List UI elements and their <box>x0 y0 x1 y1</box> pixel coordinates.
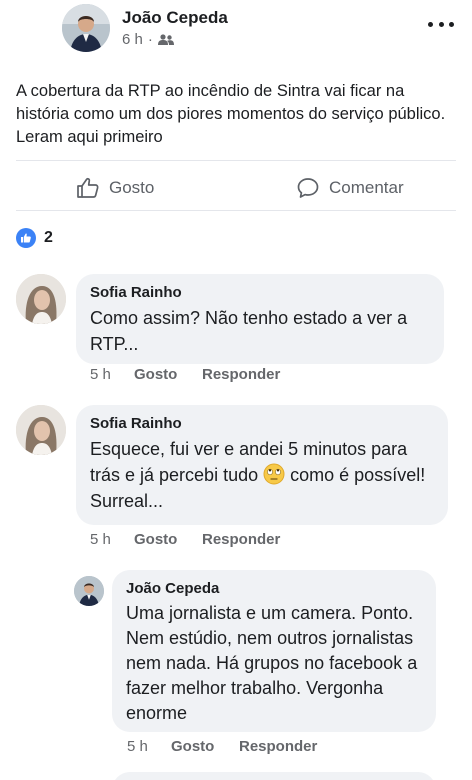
comment-time[interactable]: 5 h <box>90 531 134 548</box>
commenter-avatar[interactable] <box>16 274 66 324</box>
reply-time[interactable]: 5 h <box>127 738 171 755</box>
reaction-count: 2 <box>44 229 53 246</box>
post-meta: 6 h · <box>122 31 174 48</box>
comment-meta: 5 h Gosto Responder <box>90 531 280 548</box>
post-actions-bar: Gosto Comentar <box>0 166 472 210</box>
author-avatar[interactable] <box>62 4 110 52</box>
comment-bubble: Sofia Rainho Esquece, fui ver e andei 5 … <box>76 405 448 525</box>
commenter-photo <box>16 405 66 455</box>
reply-like-link[interactable]: Gosto <box>171 738 239 755</box>
post-header: João Cepeda 6 h · <box>0 0 472 62</box>
like-reaction-icon <box>16 228 36 248</box>
comment-bubble: Sofia Rainho Como assim? Não tenho estad… <box>76 274 444 364</box>
comment-reply-link[interactable]: Responder <box>202 366 280 383</box>
more-dot-icon <box>449 21 454 27</box>
commenter-avatar[interactable] <box>16 405 66 455</box>
divider <box>16 210 456 211</box>
more-dot-icon <box>438 21 444 27</box>
comment-author[interactable]: Sofia Rainho <box>90 414 434 434</box>
reply-meta: 5 h Gosto Responder <box>127 738 317 755</box>
avatar-photo <box>62 4 110 52</box>
comment-reply-link[interactable]: Responder <box>202 531 280 548</box>
like-button[interactable]: Gosto <box>76 166 154 210</box>
reply-text: Uma jornalista e um camera. Ponto. Nem e… <box>126 603 418 723</box>
comment-button-label: Comentar <box>329 178 404 197</box>
divider <box>16 160 456 161</box>
comment-text: Como assim? Não tenho estado a ver a RTP… <box>90 308 408 354</box>
comment-meta: 5 h Gosto Responder <box>90 366 280 383</box>
comment-time[interactable]: 5 h <box>90 366 134 383</box>
comment-author[interactable]: Sofia Rainho <box>90 283 430 303</box>
like-icon <box>21 233 31 243</box>
reply-reply-link[interactable]: Responder <box>239 738 317 755</box>
reply-author-avatar[interactable] <box>74 576 104 606</box>
meta-separator: · <box>147 31 153 48</box>
reply-author[interactable]: João Cepeda <box>126 579 422 599</box>
avatar-photo <box>74 576 104 606</box>
comment-like-link[interactable]: Gosto <box>134 531 202 548</box>
comment-text: Esquece, fui ver e andei 5 minutos para … <box>90 436 434 514</box>
post-text: A cobertura da RTP ao incêndio de Sintra… <box>16 82 446 146</box>
post-author-name[interactable]: João Cepeda <box>122 8 228 28</box>
reactions-summary[interactable]: 2 <box>16 228 53 248</box>
next-comment-bubble-partial <box>112 772 436 780</box>
comment-like-link[interactable]: Gosto <box>134 366 202 383</box>
more-options-button[interactable] <box>428 14 454 34</box>
like-button-label: Gosto <box>109 178 155 197</box>
thumbs-up-icon <box>77 177 99 198</box>
comment-icon <box>297 178 319 198</box>
comment-button[interactable]: Comentar <box>296 166 404 210</box>
post-time[interactable]: 6 h <box>122 31 143 48</box>
reply-bubble: João Cepeda Uma jornalista e um camera. … <box>112 570 436 732</box>
eye-roll-emoji-icon <box>263 463 285 485</box>
friends-icon <box>157 33 174 45</box>
commenter-photo <box>16 274 66 324</box>
more-dot-icon <box>428 21 433 27</box>
